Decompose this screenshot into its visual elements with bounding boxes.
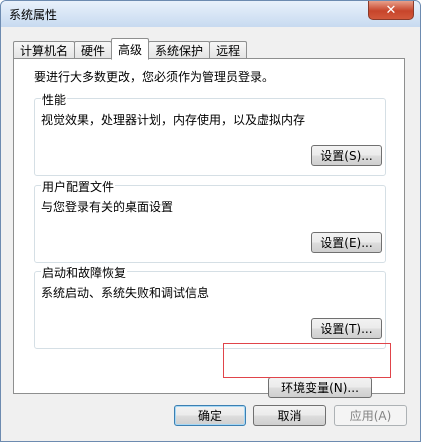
close-button[interactable]: ✕ [368, 1, 414, 20]
system-properties-window: 系统属性 ✕ 计算机名 硬件 高级 系统保护 远程 要进行大多数更改，您必须作为… [0, 0, 421, 442]
window-title: 系统属性 [9, 8, 58, 22]
tab-hardware[interactable]: 硬件 [74, 41, 113, 59]
startup-recovery-settings-button[interactable]: 设置(T)... [311, 318, 382, 339]
user-profiles-group-title: 用户配置文件 [41, 178, 116, 195]
admin-notice: 要进行大多数更改，您必须作为管理员登录。 [34, 70, 275, 84]
startup-recovery-description: 系统启动、系统失败和调试信息 [41, 286, 210, 300]
environment-variables-button[interactable]: 环境变量(N)... [268, 377, 372, 398]
tab-system-protection[interactable]: 系统保护 [148, 41, 211, 59]
user-profiles-settings-button[interactable]: 设置(E)... [311, 232, 382, 253]
performance-group: 性能 视觉效果，处理器计划，内存使用，以及虚拟内存 设置(S)... [34, 91, 386, 176]
tab-strip: 计算机名 硬件 高级 系统保护 远程 [13, 37, 248, 60]
red-highlight-annotation [223, 343, 391, 378]
dialog-client-area: 计算机名 硬件 高级 系统保护 远程 要进行大多数更改，您必须作为管理员登录。 … [1, 27, 420, 441]
tab-advanced[interactable]: 高级 [111, 38, 150, 60]
title-bar[interactable]: 系统属性 ✕ [1, 1, 420, 27]
apply-button[interactable]: 应用(A) [334, 405, 407, 426]
cancel-button[interactable]: 取消 [253, 405, 326, 426]
close-icon: ✕ [385, 2, 397, 18]
performance-description: 视觉效果，处理器计划，内存使用，以及虚拟内存 [41, 113, 306, 127]
startup-recovery-group: 启动和故障恢复 系统启动、系统失败和调试信息 设置(T)... [34, 264, 386, 349]
user-profiles-group: 用户配置文件 与您登录有关的桌面设置 设置(E)... [34, 178, 386, 263]
performance-group-title: 性能 [41, 91, 68, 108]
tab-computer-name[interactable]: 计算机名 [13, 41, 76, 59]
tab-remote[interactable]: 远程 [209, 41, 248, 59]
startup-recovery-group-title: 启动和故障恢复 [41, 264, 128, 281]
user-profiles-description: 与您登录有关的桌面设置 [41, 200, 174, 214]
performance-settings-button[interactable]: 设置(S)... [311, 145, 382, 166]
ok-button[interactable]: 确定 [174, 405, 246, 426]
